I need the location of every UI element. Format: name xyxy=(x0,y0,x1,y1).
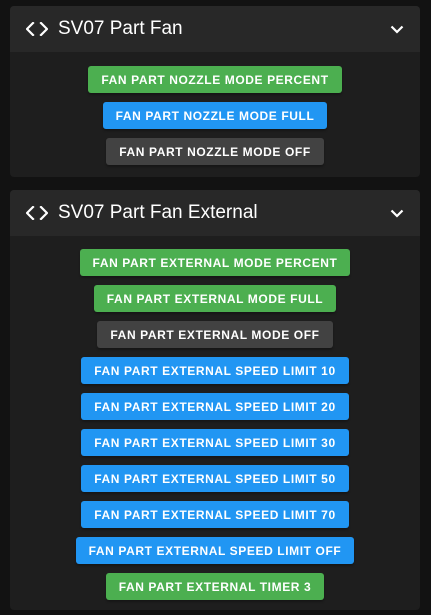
macro-button[interactable]: FAN PART NOZZLE MODE PERCENT xyxy=(88,66,342,93)
macro-button[interactable]: FAN PART NOZZLE MODE OFF xyxy=(106,138,324,165)
panel-title: SV07 Part Fan External xyxy=(58,202,258,223)
panel-title: SV07 Part Fan xyxy=(58,18,183,39)
panel-body: FAN PART EXTERNAL MODE PERCENT FAN PART … xyxy=(10,236,420,600)
macro-button[interactable]: FAN PART EXTERNAL SPEED LIMIT 50 xyxy=(81,465,349,492)
macro-button[interactable]: FAN PART EXTERNAL TIMER 3 xyxy=(105,573,325,600)
macro-button[interactable]: FAN PART NOZZLE MODE FULL xyxy=(102,102,328,129)
panel-header[interactable]: SV07 Part Fan xyxy=(10,6,420,52)
chevron-down-icon[interactable] xyxy=(386,202,408,224)
macro-button[interactable]: FAN PART EXTERNAL MODE OFF xyxy=(97,321,333,348)
macro-panel-part-fan: SV07 Part Fan FAN PART NOZZLE MODE PERCE… xyxy=(10,6,420,177)
macro-button[interactable]: FAN PART EXTERNAL SPEED LIMIT 70 xyxy=(81,501,349,528)
macro-panel-part-fan-external: SV07 Part Fan External FAN PART EXTERNAL… xyxy=(10,190,420,610)
panel-body: FAN PART NOZZLE MODE PERCENT FAN PART NO… xyxy=(10,52,420,165)
macro-button[interactable]: FAN PART EXTERNAL MODE FULL xyxy=(93,285,337,312)
code-icon xyxy=(26,204,48,222)
code-icon xyxy=(26,20,48,38)
macro-button[interactable]: FAN PART EXTERNAL SPEED LIMIT 20 xyxy=(81,393,349,420)
macro-button[interactable]: FAN PART EXTERNAL MODE PERCENT xyxy=(79,249,351,276)
macro-button[interactable]: FAN PART EXTERNAL SPEED LIMIT OFF xyxy=(75,537,355,564)
chevron-down-icon[interactable] xyxy=(386,18,408,40)
macro-button[interactable]: FAN PART EXTERNAL SPEED LIMIT 30 xyxy=(81,429,349,456)
panel-header[interactable]: SV07 Part Fan External xyxy=(10,190,420,236)
macro-button[interactable]: FAN PART EXTERNAL SPEED LIMIT 10 xyxy=(81,357,349,384)
